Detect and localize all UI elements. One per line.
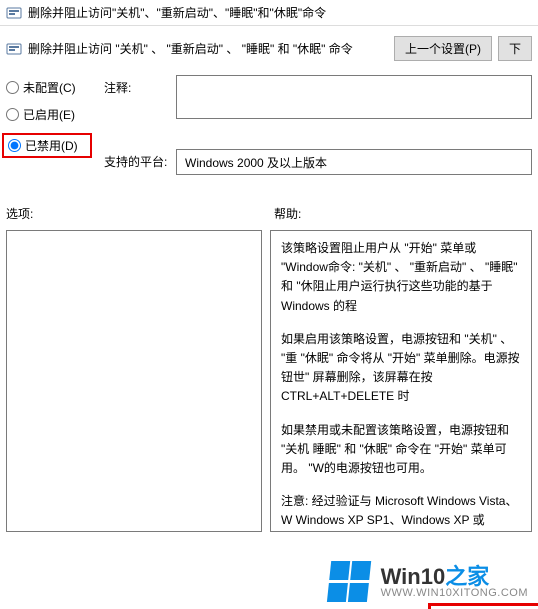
radio-disabled[interactable]: 已禁用(D) <box>2 133 92 158</box>
next-setting-button[interactable]: 下 <box>498 36 532 61</box>
comment-label: 注释: <box>104 75 168 96</box>
watermark-brand: Win10之家 <box>381 565 528 588</box>
comment-textarea[interactable] <box>176 75 532 119</box>
policy-icon <box>6 41 22 57</box>
watermark-url: WWW.WIN10XITONG.COM <box>381 588 528 600</box>
supported-platform-box: Windows 2000 及以上版本 <box>176 149 532 175</box>
windows-logo-icon <box>326 561 372 603</box>
help-para-4: 注意: 经过验证与 Microsoft Windows Vista、W Wind… <box>281 492 521 532</box>
radio-enabled-input[interactable] <box>6 108 19 121</box>
supported-label: 支持的平台: <box>104 149 168 170</box>
radio-not-configured-label: 未配置(C) <box>23 79 76 96</box>
radio-disabled-label: 已禁用(D) <box>25 137 78 154</box>
options-label: 选项: <box>6 205 274 222</box>
radio-enabled[interactable]: 已启用(E) <box>6 106 92 123</box>
window-title: 删除并阻止访问"关机"、"重新启动"、"睡眠"和"休眠"命令 <box>28 4 326 21</box>
help-para-3: 如果禁用或未配置该策略设置，电源按钮和 "关机 睡眠" 和 "休眠" 命令在 "… <box>281 421 521 479</box>
radio-enabled-label: 已启用(E) <box>23 106 75 123</box>
radio-disabled-input[interactable] <box>8 139 21 152</box>
help-para-2: 如果启用该策略设置，电源按钮和 "关机" 、 "重 "休眠" 命令将从 "开始"… <box>281 330 521 407</box>
help-para-1: 该策略设置阻止用户从 "开始" 菜单或 "Window命令: "关机" 、 "重… <box>281 239 521 316</box>
help-label: 帮助: <box>274 205 301 222</box>
policy-title: 删除并阻止访问 "关机" 、 "重新启动" 、 "睡眠" 和 "休眠" 命令 <box>28 40 353 57</box>
radio-not-configured-input[interactable] <box>6 81 19 94</box>
corner-accent <box>428 603 538 609</box>
supported-platform-text: Windows 2000 及以上版本 <box>185 154 327 171</box>
watermark: Win10之家 WWW.WIN10XITONG.COM <box>329 561 528 603</box>
options-pane <box>6 230 262 532</box>
policy-icon <box>6 5 22 21</box>
help-pane: 该策略设置阻止用户从 "开始" 菜单或 "Window命令: "关机" 、 "重… <box>270 230 532 532</box>
prev-setting-button[interactable]: 上一个设置(P) <box>394 36 492 61</box>
radio-not-configured[interactable]: 未配置(C) <box>6 79 92 96</box>
